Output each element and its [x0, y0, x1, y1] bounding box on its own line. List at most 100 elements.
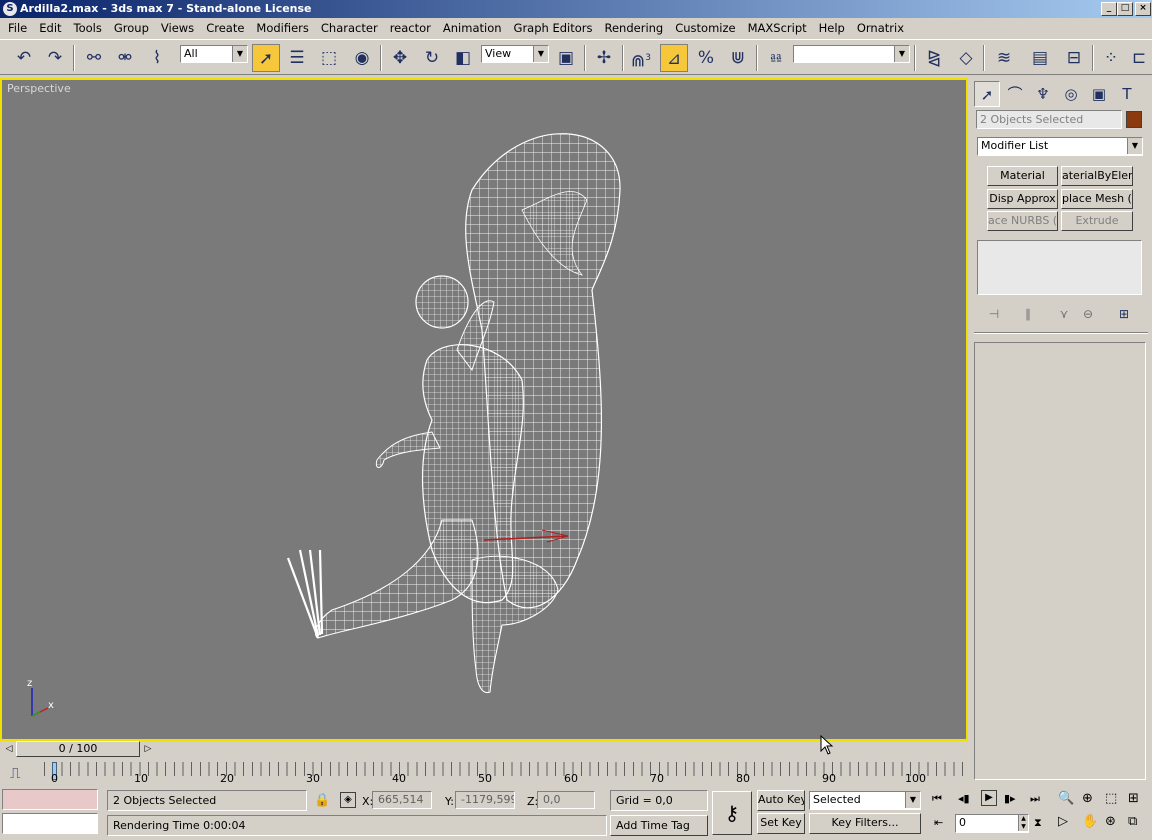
spinner-arrows-icon[interactable]: ▲ ▼ — [1018, 815, 1028, 831]
menu-modifiers[interactable]: Modifiers — [250, 21, 315, 35]
modify-tab-icon[interactable]: ⌒ — [1002, 81, 1028, 107]
perspective-viewport[interactable]: Perspective z x — [0, 78, 968, 741]
material-by-element-button[interactable]: aterialByEleme — [1061, 166, 1133, 186]
utilities-tab-icon[interactable]: T — [1114, 81, 1140, 107]
select-object-icon[interactable]: ➚ — [252, 44, 280, 72]
scale-icon[interactable]: ◧ — [449, 44, 477, 72]
wireframe-model[interactable]: z x — [2, 80, 966, 739]
menu-reactor[interactable]: reactor — [384, 21, 437, 35]
zoom-all-icon[interactable]: ⊕ — [1082, 791, 1093, 806]
surface-nurbs-button[interactable]: ace NURBS (W — [987, 211, 1058, 231]
edit-named-sel-icon[interactable]: ⎂ — [762, 44, 790, 72]
mirror-icon[interactable]: ⧎ — [920, 44, 948, 72]
select-by-name-icon[interactable]: ☰ — [283, 44, 311, 72]
go-to-end-icon[interactable]: ⏭ — [1030, 792, 1040, 806]
motion-tab-icon[interactable]: ◎ — [1058, 81, 1084, 107]
maxscript-listener-white[interactable] — [2, 813, 98, 834]
menu-file[interactable]: File — [2, 21, 33, 35]
menu-graph-editors[interactable]: Graph Editors — [508, 21, 599, 35]
z-coordinate-field[interactable]: 0,0 — [537, 791, 595, 809]
menu-tools[interactable]: Tools — [68, 21, 108, 35]
maxscript-listener-pink[interactable] — [2, 789, 98, 810]
spinner-snap-icon[interactable]: ⋓ — [724, 44, 752, 72]
zoom-extents-icon[interactable]: ⬚ — [1105, 791, 1117, 806]
render-icon[interactable]: ⊏ — [1128, 44, 1150, 72]
schematic-icon[interactable]: ⊟ — [1060, 44, 1088, 72]
pivot-icon[interactable]: ▣ — [552, 44, 580, 72]
rollout-area[interactable] — [974, 342, 1146, 780]
next-frame-arrow[interactable]: ▷ — [141, 742, 155, 757]
maximize-button[interactable]: □ — [1117, 2, 1133, 16]
move-icon[interactable]: ✥ — [386, 44, 414, 72]
object-color-swatch[interactable] — [1126, 111, 1142, 128]
maximize-viewport-icon[interactable]: ⧉ — [1128, 814, 1137, 829]
curve-editor-icon[interactable]: ▤ — [1026, 44, 1054, 72]
menu-customize[interactable]: Customize — [669, 21, 741, 35]
rotate-icon[interactable]: ↻ — [418, 44, 446, 72]
menu-help[interactable]: Help — [813, 21, 851, 35]
named-selection-dropdown[interactable]: ▼ — [793, 45, 910, 63]
rect-region-icon[interactable]: ⬚ — [315, 44, 343, 72]
menu-group[interactable]: Group — [108, 21, 155, 35]
x-coordinate-field[interactable]: 665,514 — [372, 791, 432, 809]
menu-views[interactable]: Views — [155, 21, 200, 35]
add-time-tag-button[interactable]: Add Time Tag — [610, 815, 708, 836]
lock-selection-icon[interactable]: 🔒 — [314, 793, 330, 808]
zoom-icon[interactable]: 🔍 — [1058, 791, 1074, 806]
percent-snap-icon[interactable]: % — [692, 44, 720, 72]
field-of-view-icon[interactable]: ▷ — [1058, 814, 1068, 829]
set-key-button[interactable]: Set Key — [757, 813, 805, 834]
curve-editor-mini-icon[interactable]: ⎍ — [10, 764, 21, 782]
create-tab-icon[interactable]: ➚ — [974, 81, 1000, 107]
prev-frame-arrow[interactable]: ◁ — [2, 742, 16, 757]
align-icon[interactable]: ◇ — [952, 44, 980, 72]
zoom-extents-all-icon[interactable]: ⊞ — [1128, 791, 1139, 806]
set-key-mode-icon[interactable]: ⚷ — [712, 791, 752, 835]
go-to-start-icon[interactable]: ⏮ — [932, 792, 942, 806]
key-filters-button[interactable]: Key Filters... — [809, 813, 921, 834]
bind-spacewarp-icon[interactable]: ⌇ — [143, 44, 171, 72]
menu-ornatrix[interactable]: Ornatrix — [851, 21, 910, 35]
reference-coord-dropdown[interactable]: View ▼ — [481, 45, 549, 63]
extrude-button[interactable]: Extrude — [1061, 211, 1133, 231]
frame-indicator[interactable]: 0 / 100 — [16, 741, 140, 757]
window-crossing-icon[interactable]: ◉ — [348, 44, 376, 72]
material-editor-icon[interactable]: ⁘ — [1097, 44, 1125, 72]
pan-icon[interactable]: ✋ — [1082, 814, 1098, 829]
displace-mesh-button[interactable]: place Mesh (W — [1061, 189, 1133, 209]
current-frame-spinner[interactable]: 0 ▲ ▼ — [955, 814, 1029, 833]
app-icon[interactable]: S — [3, 2, 17, 16]
arc-rotate-icon[interactable]: ⊛ — [1105, 814, 1116, 829]
menu-character[interactable]: Character — [315, 21, 384, 35]
angle-snap-icon[interactable]: ⊿ — [660, 44, 688, 72]
disp-approx-button[interactable]: Disp Approx — [987, 189, 1058, 209]
selection-filter-dropdown[interactable]: All ▼ — [180, 45, 248, 63]
absolute-mode-icon[interactable]: ◈ — [340, 792, 356, 808]
material-button[interactable]: Material — [987, 166, 1058, 186]
unlink-icon[interactable]: ⚮ — [111, 44, 139, 72]
time-configuration-icon[interactable]: ⧗ — [1034, 816, 1042, 830]
configure-sets-icon[interactable]: ⊞ — [1110, 300, 1138, 328]
manipulate-icon[interactable]: ✢ — [590, 44, 618, 72]
show-end-result-icon[interactable]: ∥ — [1014, 300, 1042, 328]
remove-modifier-icon[interactable]: ⊖ — [1074, 300, 1102, 328]
select-link-icon[interactable]: ⚯ — [80, 44, 108, 72]
modifier-stack[interactable] — [977, 240, 1142, 295]
redo-icon[interactable]: ↷ — [41, 44, 69, 72]
play-icon[interactable]: ▶ — [981, 790, 997, 806]
snap-icon[interactable]: ⋒3 — [627, 44, 655, 72]
key-mode-toggle-icon[interactable]: ⇤ — [934, 816, 943, 829]
menu-create[interactable]: Create — [200, 21, 250, 35]
key-mode-dropdown[interactable]: Selected ▼ — [809, 791, 921, 810]
pin-stack-icon[interactable]: ⊣ — [980, 300, 1008, 328]
selection-name-field[interactable]: 2 Objects Selected — [976, 110, 1122, 129]
modifier-list-dropdown[interactable]: Modifier List ▼ — [977, 137, 1143, 156]
menu-animation[interactable]: Animation — [437, 21, 508, 35]
layer-icon[interactable]: ≋ — [990, 44, 1018, 72]
menu-rendering[interactable]: Rendering — [599, 21, 670, 35]
close-button[interactable]: × — [1135, 2, 1151, 16]
auto-key-button[interactable]: Auto Key — [757, 790, 805, 811]
y-coordinate-field[interactable]: -1179,599 — [455, 791, 515, 809]
undo-icon[interactable]: ↶ — [10, 44, 38, 72]
previous-frame-icon[interactable]: ◂▮ — [958, 792, 970, 805]
